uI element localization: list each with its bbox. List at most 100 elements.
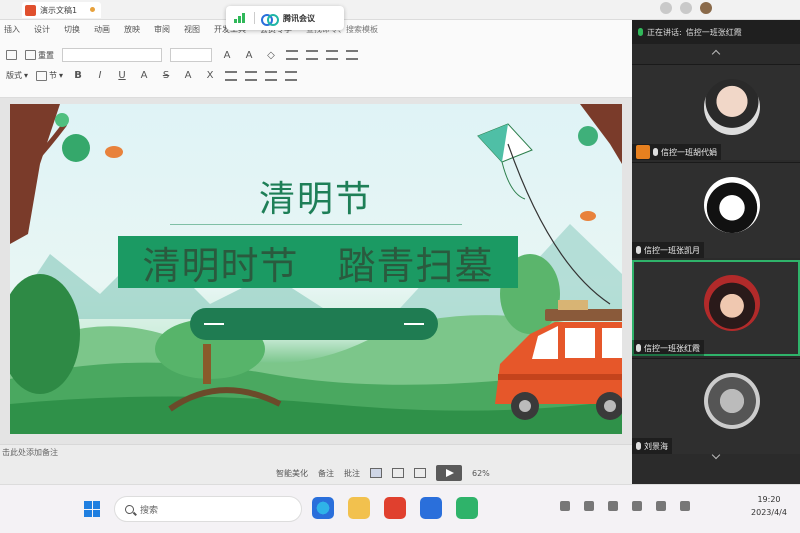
tab-insert[interactable]: 插入 xyxy=(4,24,20,35)
scroll-up-button[interactable] xyxy=(632,46,800,60)
strikethrough-icon[interactable]: S xyxy=(159,70,173,81)
tab-review[interactable]: 审阅 xyxy=(154,24,170,35)
tab-slideshow[interactable]: 放映 xyxy=(124,24,140,35)
clear-format-icon[interactable]: ◇ xyxy=(264,50,278,61)
slide-canvas-area: 清明节 清明时节 踏青扫墓 xyxy=(0,98,632,444)
font-size-select[interactable] xyxy=(170,48,212,62)
tab-view[interactable]: 视图 xyxy=(184,24,200,35)
participant-tile[interactable]: 信控一班胡代娟 xyxy=(632,64,800,160)
ribbon: 插入 设计 切换 动画 放映 审阅 视图 开发工具 会员专享 查找命令、搜索模板… xyxy=(0,20,632,98)
slide-pill-shape[interactable] xyxy=(190,308,438,340)
separator xyxy=(254,12,255,24)
file-explorer-icon[interactable] xyxy=(348,497,370,519)
meeting-app-name: 腾讯会议 xyxy=(283,13,315,23)
ribbon-row-1: 重置 A A ◇ xyxy=(6,48,358,62)
taskbar: 搜索 19:20 2023/4/4 xyxy=(0,484,800,533)
align-center-icon[interactable] xyxy=(245,70,258,81)
zoom-level[interactable]: 62% xyxy=(472,469,490,478)
numbered-list-icon[interactable] xyxy=(306,50,318,60)
reset-button[interactable]: 重置 xyxy=(25,50,54,61)
speaking-indicator: 正在讲话: 信控一班张红霞 xyxy=(632,20,800,44)
reading-view-icon[interactable] xyxy=(414,468,426,478)
wechat-icon[interactable] xyxy=(456,497,478,519)
share-icon[interactable] xyxy=(680,2,692,14)
notes-hint[interactable]: 击此处添加备注 xyxy=(2,447,58,458)
superscript-icon[interactable]: X xyxy=(203,70,217,81)
bullet-list-icon[interactable] xyxy=(286,50,298,60)
indent-icon[interactable] xyxy=(326,50,338,60)
smart-beautify-button[interactable]: 智能美化 xyxy=(276,468,308,479)
participant-name: 刘景海 xyxy=(644,441,668,451)
windows-start-button[interactable] xyxy=(84,501,100,517)
unsaved-dot-icon xyxy=(90,7,96,12)
user-avatar[interactable] xyxy=(700,2,712,14)
notes-button[interactable]: 备注 xyxy=(318,468,334,479)
underline-icon[interactable]: U xyxy=(115,70,129,81)
normal-view-icon[interactable] xyxy=(370,468,382,478)
section-button[interactable]: 节 ▾ xyxy=(36,70,63,81)
section-icon xyxy=(36,70,48,81)
section-label: 节 xyxy=(49,71,58,80)
microphone-icon xyxy=(638,28,643,36)
speaking-prefix: 正在讲话: xyxy=(647,27,682,37)
battery-icon[interactable] xyxy=(680,501,690,511)
scroll-down-button[interactable] xyxy=(632,450,800,466)
participant-tile[interactable]: 信控一班张凯月 xyxy=(632,162,800,258)
participant-name: 信控一班张凯月 xyxy=(644,245,700,255)
font-color-icon[interactable]: A xyxy=(137,70,151,81)
tab-design[interactable]: 设计 xyxy=(34,24,50,35)
shadow-icon[interactable]: A xyxy=(181,70,195,81)
decrease-font-icon[interactable]: A xyxy=(242,50,256,61)
wps-office-icon[interactable] xyxy=(384,497,406,519)
tab-transition[interactable]: 切换 xyxy=(64,24,80,35)
participant-avatar xyxy=(704,177,760,233)
layout-icon-button[interactable] xyxy=(6,50,17,60)
cloud-icon[interactable] xyxy=(660,2,672,14)
search-placeholder: 搜索 xyxy=(140,505,159,516)
clock-time: 19:20 xyxy=(757,495,781,504)
tencent-meeting-logo-icon xyxy=(261,13,279,26)
notification-icon[interactable] xyxy=(608,501,618,511)
edge-browser-icon[interactable] xyxy=(312,497,334,519)
participant-namebar: 信控一班张红霞 xyxy=(632,340,704,356)
meeting-floating-bar[interactable]: 腾讯会议 xyxy=(226,6,344,30)
comments-button[interactable]: 批注 xyxy=(344,468,360,479)
clock[interactable]: 19:20 2023/4/4 xyxy=(742,493,796,519)
titlebar-right-icons xyxy=(660,2,712,14)
play-slideshow-button[interactable] xyxy=(436,465,462,481)
tab-animation[interactable]: 动画 xyxy=(94,24,110,35)
participant-video xyxy=(704,79,760,135)
increase-font-icon[interactable]: A xyxy=(220,50,234,61)
title-divider xyxy=(170,224,462,225)
italic-icon[interactable]: I xyxy=(93,70,107,81)
chevron-up-icon[interactable] xyxy=(560,501,570,511)
slide-subtitle[interactable]: 清明时节 踏青扫墓 xyxy=(118,236,518,288)
align-right-icon[interactable] xyxy=(265,70,278,81)
participant-namebar: 信控一班胡代娟 xyxy=(632,144,721,160)
slide-title[interactable]: 清明节 xyxy=(10,170,622,222)
signal-icon xyxy=(234,13,248,23)
title-bar: 演示文稿1 xyxy=(0,0,800,20)
participant-namebar: 信控一班张凯月 xyxy=(632,242,704,258)
participant-tile-active[interactable]: 信控一班张红霞 xyxy=(632,260,800,356)
participant-name: 信控一班张红霞 xyxy=(644,343,700,353)
microphone-icon xyxy=(653,148,658,156)
participant-tile[interactable]: 刘景海 xyxy=(632,358,800,454)
align-left-icon[interactable] xyxy=(225,70,238,81)
layout-button[interactable]: 版式 ▾ xyxy=(6,70,28,81)
speaking-name: 信控一班张红霞 xyxy=(685,27,742,37)
font-family-select[interactable] xyxy=(62,48,162,62)
taskbar-search[interactable]: 搜索 xyxy=(114,496,302,522)
slide-sorter-icon[interactable] xyxy=(392,468,404,478)
document-tab[interactable]: 演示文稿1 xyxy=(22,2,102,18)
tencent-meeting-icon[interactable] xyxy=(420,497,442,519)
wifi-icon[interactable] xyxy=(632,501,642,511)
justify-icon[interactable] xyxy=(285,70,298,81)
slide[interactable]: 清明节 清明时节 踏青扫墓 xyxy=(10,104,622,434)
bold-icon[interactable]: B xyxy=(71,70,85,81)
microphone-icon[interactable] xyxy=(584,501,594,511)
volume-icon[interactable] xyxy=(656,501,666,511)
host-icon xyxy=(636,145,650,159)
line-spacing-icon[interactable] xyxy=(346,50,358,60)
microphone-icon xyxy=(636,344,641,352)
